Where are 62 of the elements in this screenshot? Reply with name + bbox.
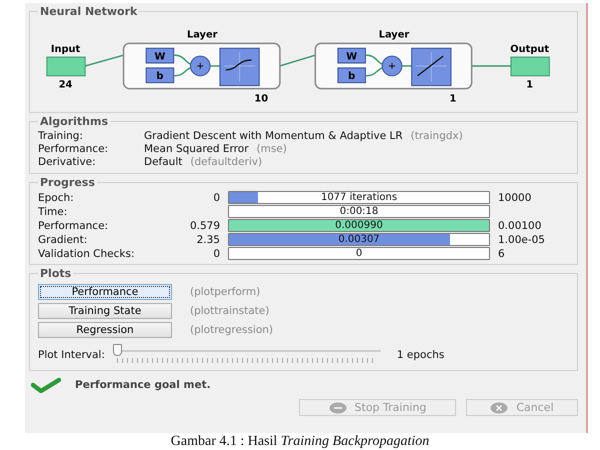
field-label: Performance: (38, 143, 110, 156)
field-label: Training: (38, 130, 84, 143)
field-label: Epoch: (38, 192, 75, 204)
slider-thumb[interactable] (112, 344, 122, 356)
target-value: 0.00100 (498, 220, 542, 232)
start-value: 0 (213, 248, 220, 260)
linear-block (411, 48, 452, 86)
interval-slider[interactable] (112, 344, 381, 366)
algorithm-value: Gradient Descent with Momentum & Adaptive LR (144, 130, 403, 142)
output-block (510, 56, 550, 76)
start-value: 2.35 (196, 234, 220, 246)
plot-button[interactable]: Training State (38, 303, 172, 319)
progress-value: 0.00307 (338, 234, 380, 245)
section-title: Neural Network (39, 5, 138, 18)
start-value: 0 (213, 192, 220, 204)
sigmoid-block (219, 48, 260, 86)
function-name: (plotregression) (190, 324, 274, 336)
field-label: Gradient: (38, 234, 88, 246)
checkmark-icon (31, 377, 61, 393)
sum-icon (190, 56, 211, 76)
plot-button[interactable]: Performance (38, 284, 172, 300)
layer-size: 1 (450, 93, 456, 104)
output-label: Output (510, 44, 550, 56)
cancel-icon (490, 402, 508, 414)
field-label: Validation Checks: (38, 248, 136, 260)
field-label: Derivative: (38, 156, 97, 169)
layer-title: Layer (186, 29, 218, 40)
input-block (46, 56, 86, 76)
progress-value: 1077 iterations (320, 192, 398, 203)
field-label: Plot Interval: (38, 349, 105, 361)
progress-value: 0.000990 (335, 220, 383, 231)
bias-block: b (337, 67, 366, 84)
stop-icon (328, 402, 347, 414)
layer-title: Layer (378, 29, 410, 40)
target-value: 6 (498, 248, 505, 260)
function-name: (traingdx) (410, 130, 463, 142)
start-value: 0.579 (190, 220, 220, 232)
weight-block: W (337, 48, 366, 64)
layer-size: 10 (254, 93, 268, 104)
interval-reading: 1 epochs (396, 349, 444, 361)
section-title: Algorithms (39, 115, 110, 128)
weight-block: W (146, 48, 174, 64)
target-value: 10000 (498, 192, 532, 204)
output-size: 1 (526, 80, 534, 91)
function-name: (defaultderiv) (190, 156, 262, 168)
status-message: Performance goal met. (75, 379, 211, 391)
bias-block: b (146, 67, 174, 84)
input-size: 24 (58, 80, 72, 91)
function-name: (plotperform) (190, 286, 262, 298)
algorithm-value: Mean Squared Error (144, 143, 249, 155)
figure-caption: Gambar 4.1 : Hasil Training Backpropagation (170, 434, 430, 449)
algorithm-value: Default (144, 156, 182, 168)
function-name: (mse) (256, 143, 287, 155)
function-name: (plottrainstate) (190, 305, 270, 317)
field-label: Performance: (38, 220, 110, 232)
target-value: 1.00e-05 (498, 234, 545, 246)
section-title: Plots (39, 267, 72, 280)
input-label: Input (50, 44, 80, 56)
section-title: Progress (39, 176, 96, 189)
field-label: Time: (38, 206, 68, 218)
plot-button[interactable]: Regression (38, 322, 172, 338)
sum-icon (382, 56, 402, 76)
